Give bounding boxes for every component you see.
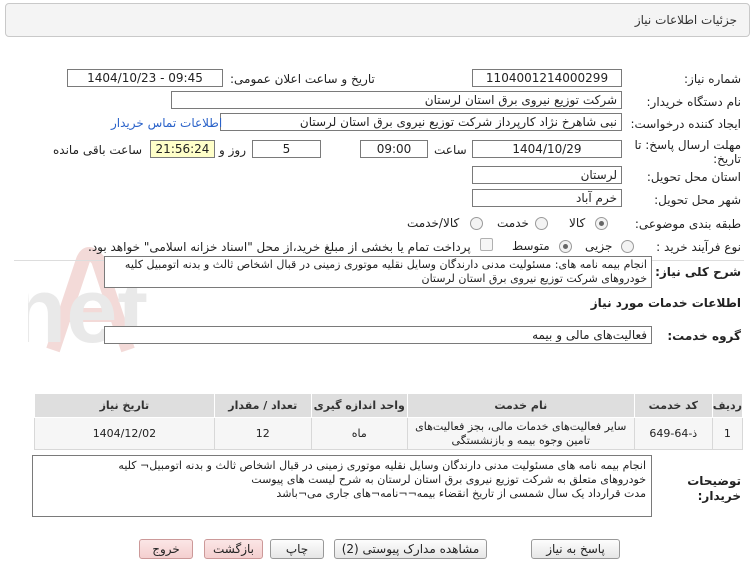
col-header-qty: تعداد / مقدار (213, 393, 312, 418)
col-header-code: کد خدمت (633, 393, 713, 418)
city-field: خرم آباد (472, 189, 622, 207)
cell-name: سایر فعالیت‌های خدمات مالی، بجز فعالیت‌ه… (406, 417, 635, 450)
announce-datetime-field: 1404/10/23 - 09:45 (67, 69, 223, 87)
buyer-notes-line: خودروهای متعلق به شرکت توزیع نیروی برق ا… (251, 473, 646, 486)
col-header-date: تاریخ نیاز (34, 393, 215, 418)
services-section-title: اطلاعات خدمات مورد نیاز (590, 296, 741, 310)
treasury-payment-checkbox[interactable] (480, 238, 493, 251)
days-remaining-field: 5 (252, 140, 321, 158)
creator-field: نبی شاهرخ نژاد کارپرداز شرکت توزیع نیروی… (220, 113, 622, 131)
table-row: 1 ذ-64-649 سایر فعالیت‌های خدمات مالی، ب… (34, 417, 744, 450)
deadline-label-date: تاریخ: (713, 152, 741, 166)
cell-row: 1 (711, 417, 744, 450)
time-remaining-field: 21:56:24 (150, 140, 215, 158)
view-attachments-button[interactable]: مشاهده مدارک پیوستی (2) (334, 539, 487, 559)
service-group-field: فعالیت‌های مالی و بیمه (104, 326, 652, 344)
category-option-service: خدمت (497, 216, 529, 230)
city-label: شهر محل تحویل: (654, 193, 741, 207)
process-radio-medium[interactable] (559, 240, 572, 253)
process-option-medium: متوسط (512, 239, 550, 253)
category-option-goods-service: کالا/خدمت (407, 216, 460, 230)
col-header-row: ردیف (711, 393, 744, 418)
summary-field: انجام بیمه نامه های: مسئولیت مدنی دارندگ… (104, 256, 652, 288)
buyer-notes-field: انجام بیمه نامه های مسئولیت مدنی دارندگا… (32, 455, 652, 517)
province-label: استان محل تحویل: (646, 170, 741, 184)
col-header-name: نام خدمت (406, 393, 635, 418)
print-button[interactable]: چاپ (270, 539, 324, 559)
exit-button[interactable]: خروج (139, 539, 193, 559)
need-number-label: شماره نیاز: (684, 72, 741, 86)
page-title: جزئیات اطلاعات نیاز (634, 13, 737, 27)
category-option-goods: کالا (569, 216, 586, 230)
process-option-minor: جزیی (585, 239, 613, 253)
page-header: جزئیات اطلاعات نیاز (5, 3, 750, 37)
process-radio-minor[interactable] (621, 240, 634, 253)
treasury-payment-note: پرداخت تمام یا بخشی از مبلغ خرید،از محل … (88, 240, 471, 254)
summary-label: شرح کلی نیاز: (655, 265, 741, 279)
buyer-notes-label-2: خریدار: (697, 489, 741, 503)
deadline-date-field: 1404/10/29 (472, 140, 622, 158)
cell-qty: 12 (213, 417, 312, 450)
days-label: روز و (219, 143, 246, 157)
cell-code: ذ-64-649 (633, 417, 713, 450)
category-radio-goods-service[interactable] (470, 217, 483, 230)
time-remaining-label: ساعت باقی مانده (53, 143, 143, 157)
creator-label: ایجاد کننده درخواست: (630, 117, 741, 131)
category-label: طبقه بندی موضوعی: (634, 217, 741, 231)
buyer-notes-line: مدت قرارداد یک سال شمسی از تاریخ انقضاء … (276, 487, 646, 500)
need-number-field: 1104001214000299 (472, 69, 622, 87)
buyer-field: شرکت توزیع نیروی برق استان لرستان (171, 91, 622, 109)
deadline-label: مهلت ارسال پاسخ: تا (634, 138, 741, 152)
reply-button[interactable]: پاسخ به نیاز (531, 539, 620, 559)
province-field: لرستان (472, 166, 622, 184)
process-label: نوع فرآیند خرید : (656, 240, 741, 254)
category-radio-service[interactable] (535, 217, 548, 230)
service-group-label: گروه خدمت: (667, 329, 741, 343)
buyer-label: نام دستگاه خریدار: (646, 95, 742, 109)
back-button[interactable]: بازگشت (204, 539, 263, 559)
cell-date: 1404/12/02 (34, 417, 215, 450)
cell-unit: ماه (310, 417, 408, 450)
category-radio-goods[interactable] (595, 217, 608, 230)
services-table: ردیف کد خدمت نام خدمت واحد اندازه گیری ت… (34, 393, 744, 450)
buyer-notes-label: توضیحات (687, 474, 741, 488)
col-header-unit: واحد اندازه گیری (310, 393, 408, 418)
deadline-time-field: 09:00 (360, 140, 428, 158)
buyer-notes-line: انجام بیمه نامه های مسئولیت مدنی دارندگا… (118, 459, 646, 472)
deadline-time-label: ساعت (434, 143, 467, 157)
buyer-contact-link[interactable]: اطلاعات تماس خریدار (111, 116, 222, 130)
announce-label: تاریخ و ساعت اعلان عمومی: (230, 72, 375, 86)
